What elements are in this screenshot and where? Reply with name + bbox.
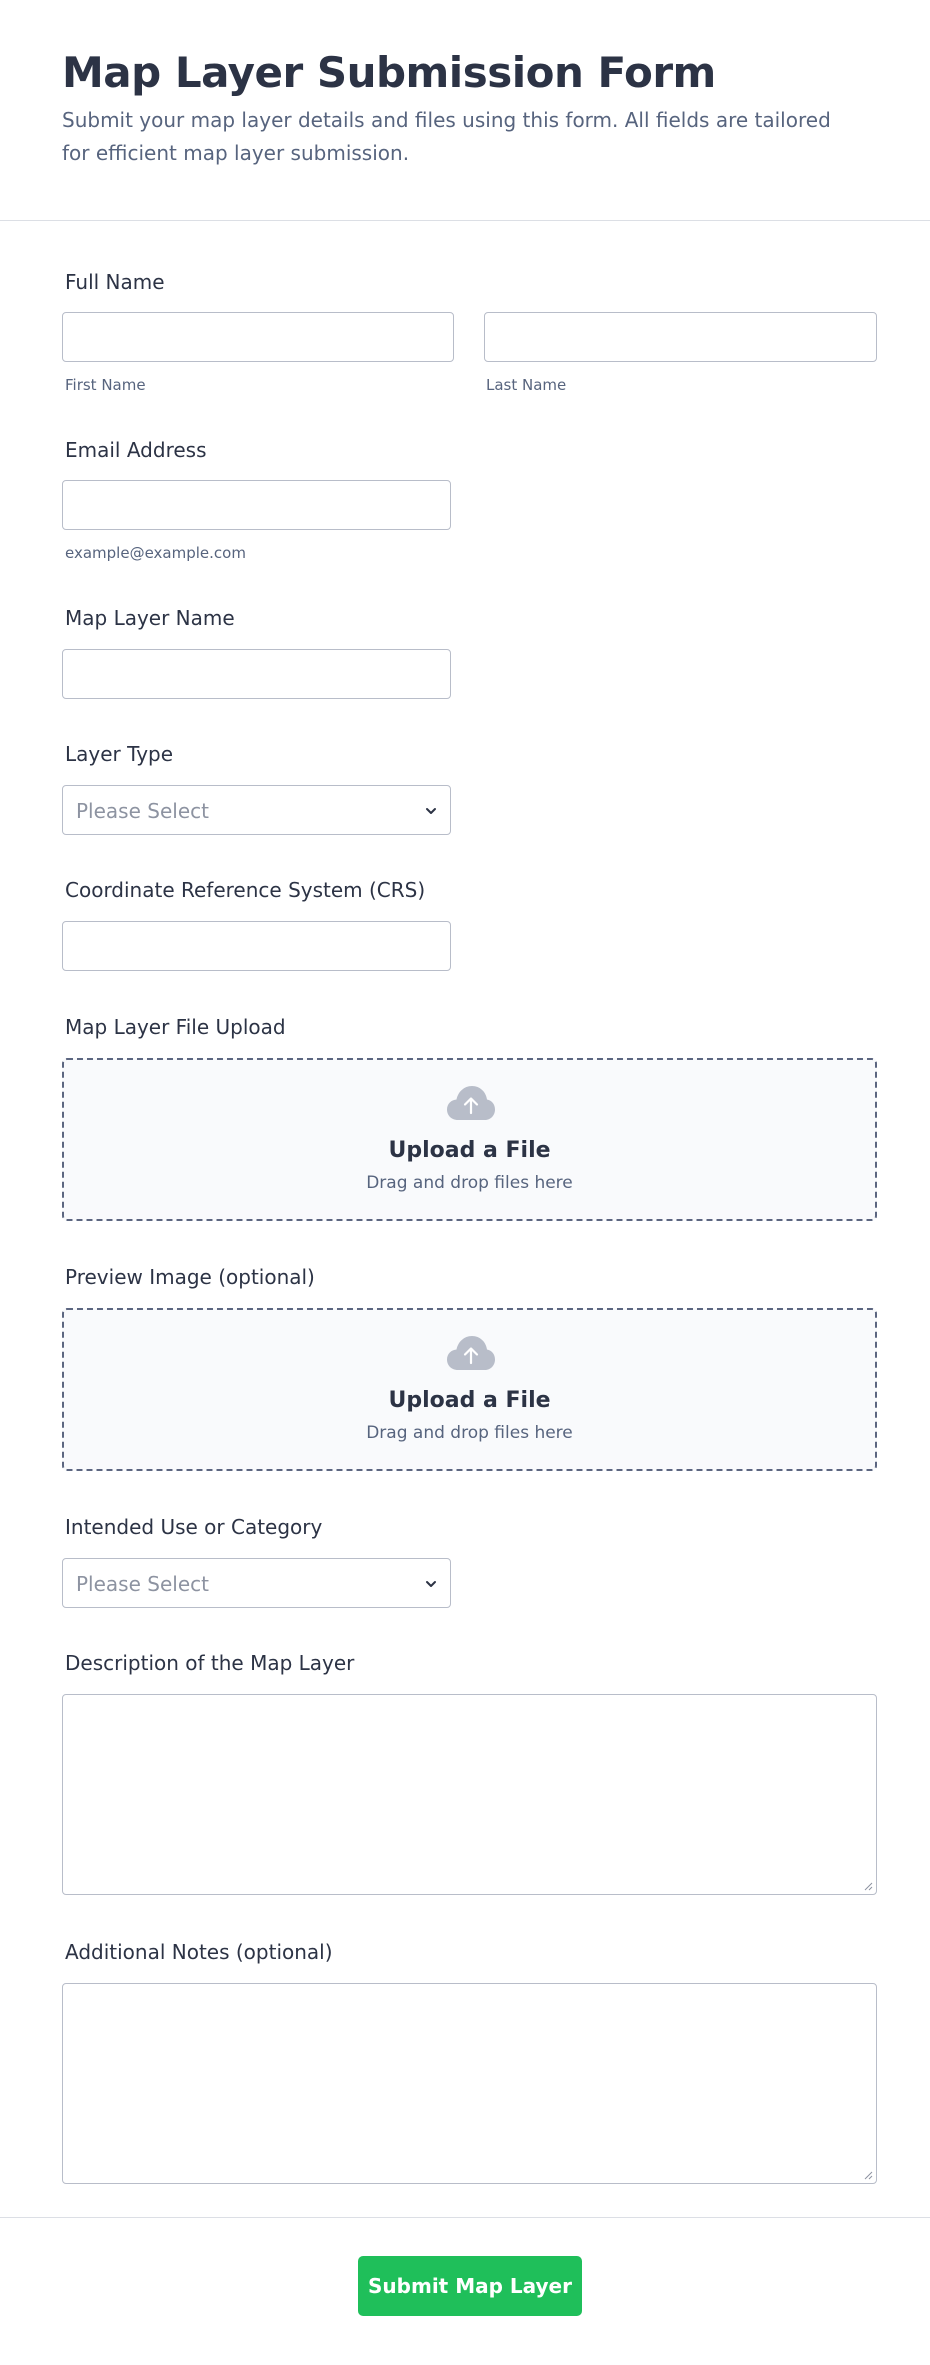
resize-grip-icon[interactable] bbox=[863, 2170, 873, 2180]
file-upload-hint: Drag and drop files here bbox=[366, 1173, 573, 1193]
notes-label: Additional Notes (optional) bbox=[65, 1940, 333, 1964]
first-name-input[interactable] bbox=[62, 312, 454, 362]
full-name-label: Full Name bbox=[65, 270, 165, 294]
form-header: Map Layer Submission Form Submit your ma… bbox=[0, 0, 930, 221]
last-name-input[interactable] bbox=[484, 312, 877, 362]
crs-input[interactable] bbox=[62, 921, 451, 971]
form-footer: Submit Map Layer bbox=[0, 2217, 930, 2365]
first-name-sublabel: First Name bbox=[65, 376, 146, 394]
crs-label: Coordinate Reference System (CRS) bbox=[65, 878, 426, 902]
intended-use-select[interactable]: Please Select bbox=[62, 1558, 451, 1608]
notes-textarea[interactable] bbox=[62, 1983, 877, 2184]
last-name-sublabel: Last Name bbox=[486, 376, 567, 394]
resize-grip-icon[interactable] bbox=[863, 1881, 873, 1891]
page-title: Map Layer Submission Form bbox=[62, 48, 716, 97]
description-label: Description of the Map Layer bbox=[65, 1651, 355, 1675]
layer-type-placeholder: Please Select bbox=[76, 799, 209, 823]
intended-use-label: Intended Use or Category bbox=[65, 1515, 323, 1539]
submit-button[interactable]: Submit Map Layer bbox=[358, 2256, 582, 2316]
layer-type-label: Layer Type bbox=[65, 742, 174, 766]
layer-name-label: Map Layer Name bbox=[65, 606, 235, 630]
file-upload-title: Upload a File bbox=[388, 1138, 551, 1163]
preview-image-hint: Drag and drop files here bbox=[366, 1423, 573, 1443]
intended-use-placeholder: Please Select bbox=[76, 1572, 209, 1596]
description-textarea[interactable] bbox=[62, 1694, 877, 1895]
chevron-down-icon bbox=[426, 1581, 436, 1587]
chevron-down-icon bbox=[426, 808, 436, 814]
file-upload-label: Map Layer File Upload bbox=[65, 1015, 286, 1039]
cloud-upload-icon bbox=[447, 1336, 495, 1370]
file-upload-dropzone[interactable]: Upload a File Drag and drop files here bbox=[62, 1058, 877, 1221]
email-label: Email Address bbox=[65, 438, 207, 462]
preview-image-dropzone[interactable]: Upload a File Drag and drop files here bbox=[62, 1308, 877, 1471]
layer-name-input[interactable] bbox=[62, 649, 451, 699]
preview-image-title: Upload a File bbox=[388, 1388, 551, 1413]
email-sublabel: example@example.com bbox=[65, 544, 246, 562]
preview-image-label: Preview Image (optional) bbox=[65, 1265, 315, 1289]
cloud-upload-icon bbox=[447, 1086, 495, 1120]
email-input[interactable] bbox=[62, 480, 451, 530]
layer-type-select[interactable]: Please Select bbox=[62, 785, 451, 835]
page-subtitle: Submit your map layer details and files … bbox=[62, 108, 831, 165]
